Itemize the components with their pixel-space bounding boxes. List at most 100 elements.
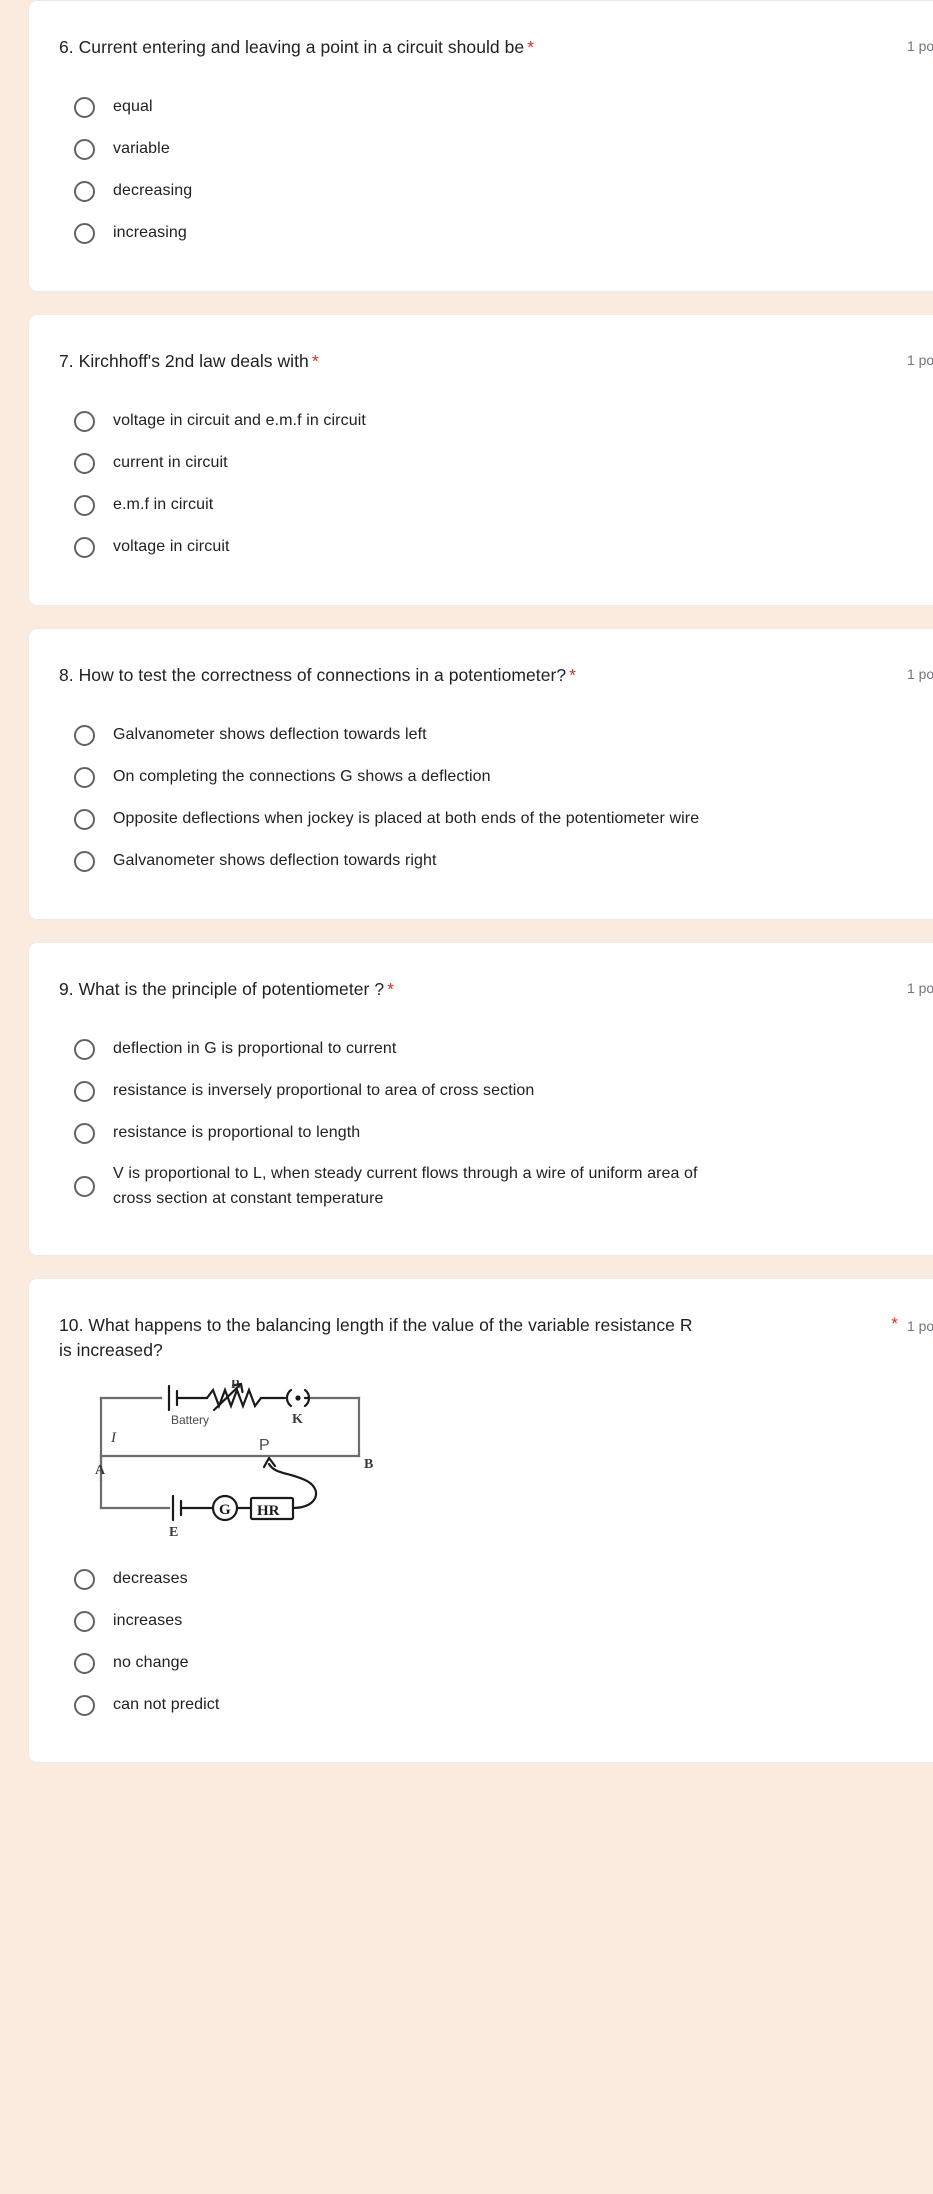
- option-label: V is proportional to L, when steady curr…: [113, 1164, 698, 1207]
- question-text: 10. What happens to the balancing length…: [59, 1314, 693, 1361]
- question-meta: * 1 point: [891, 1313, 933, 1334]
- option-label: current in circuit: [113, 454, 228, 472]
- option-row[interactable]: current in circuit: [59, 443, 933, 485]
- question-text: 9. What is the principle of potentiomete…: [59, 978, 385, 999]
- question-title: 9. What is the principle of potentiomete…: [59, 977, 394, 1003]
- radio-button-icon[interactable]: [74, 1176, 95, 1198]
- radio-button-icon[interactable]: [74, 1123, 95, 1145]
- required-asterisk: *: [527, 37, 535, 57]
- option-row[interactable]: On completing the connections G shows a …: [59, 757, 933, 799]
- question-title: 10. What happens to the balancing length…: [59, 1313, 699, 1365]
- points-label: 1 point: [906, 1317, 933, 1334]
- question-title: 6. Current entering and leaving a point …: [59, 35, 534, 61]
- radio-button-icon[interactable]: [74, 767, 95, 789]
- option-label: can not predict: [113, 1695, 220, 1713]
- option-label: Opposite deflections when jockey is plac…: [113, 810, 700, 828]
- radio-button-icon[interactable]: [74, 495, 95, 517]
- required-asterisk: *: [311, 350, 319, 371]
- question-header: 8. How to test the correctness of connec…: [59, 663, 933, 689]
- option-label: variable: [113, 140, 170, 158]
- option-row[interactable]: decreases: [59, 1558, 933, 1600]
- label-rheostat: R: [231, 1380, 241, 1391]
- option-label: Galvanometer shows deflection towards le…: [113, 726, 427, 744]
- option-label: deflection in G is proportional to curre…: [113, 1040, 397, 1058]
- radio-button-icon[interactable]: [74, 181, 95, 203]
- question-text: 6. Current entering and leaving a point …: [59, 37, 525, 57]
- label-jockey: P: [259, 1437, 270, 1454]
- points-label: 1 point: [906, 665, 933, 682]
- question-title: 8. How to test the correctness of connec…: [59, 663, 576, 689]
- options-list: Galvanometer shows deflection towards le…: [59, 715, 933, 883]
- radio-button-icon[interactable]: [74, 725, 95, 747]
- radio-button-icon[interactable]: [74, 411, 95, 433]
- label-key: K: [292, 1412, 303, 1427]
- option-label: increases: [113, 1611, 183, 1629]
- potentiometer-circuit-diagram: I A B R K E Battery P G HR: [73, 1380, 933, 1540]
- option-label: voltage in circuit: [113, 538, 230, 556]
- option-row[interactable]: Galvanometer shows deflection towards le…: [59, 715, 933, 757]
- options-list: decreases increases no change can not pr…: [59, 1558, 933, 1726]
- option-row[interactable]: deflection in G is proportional to curre…: [59, 1029, 933, 1071]
- label-current: I: [110, 1430, 117, 1446]
- option-label: e.m.f in circuit: [113, 496, 214, 514]
- radio-button-icon[interactable]: [74, 809, 95, 831]
- options-list: equal variable decreasing increasing: [59, 87, 933, 255]
- points-label: 1 point: [906, 979, 933, 996]
- option-row[interactable]: increasing: [59, 213, 933, 255]
- points-label: 1 point: [906, 38, 933, 54]
- option-label: resistance is proportional to length: [113, 1124, 361, 1142]
- option-row[interactable]: Galvanometer shows deflection towards ri…: [59, 841, 933, 883]
- question-header: 7. Kirchhoff's 2nd law deals with* 1 poi…: [59, 349, 933, 375]
- label-cell: E: [169, 1525, 178, 1540]
- question-text: 8. How to test the correctness of connec…: [59, 664, 567, 685]
- option-label: decreases: [113, 1569, 188, 1587]
- question-card-6: 6. Current entering and leaving a point …: [28, 0, 933, 292]
- radio-button-icon[interactable]: [74, 1694, 95, 1716]
- question-header: 10. What happens to the balancing length…: [59, 1313, 933, 1365]
- option-row[interactable]: Opposite deflections when jockey is plac…: [59, 799, 933, 841]
- option-row[interactable]: no change: [59, 1642, 933, 1684]
- radio-button-icon[interactable]: [74, 453, 95, 475]
- label-terminal-b: B: [364, 1457, 373, 1472]
- radio-button-icon[interactable]: [74, 139, 95, 161]
- option-row[interactable]: voltage in circuit and e.m.f in circuit: [59, 401, 933, 443]
- option-row[interactable]: resistance is inversely proportional to …: [59, 1071, 933, 1113]
- option-label: On completing the connections G shows a …: [113, 768, 491, 786]
- radio-button-icon[interactable]: [74, 851, 95, 873]
- question-card-9: 9. What is the principle of potentiomete…: [28, 941, 933, 1256]
- label-terminal-a: A: [95, 1463, 106, 1478]
- question-header: 9. What is the principle of potentiomete…: [59, 977, 933, 1003]
- option-label: resistance is inversely proportional to …: [113, 1082, 535, 1100]
- option-label: increasing: [113, 224, 187, 242]
- question-card-8: 8. How to test the correctness of connec…: [28, 627, 933, 920]
- question-text: 7. Kirchhoff's 2nd law deals with: [59, 350, 309, 371]
- option-row[interactable]: voltage in circuit: [59, 527, 933, 569]
- radio-button-icon[interactable]: [74, 1652, 95, 1674]
- required-asterisk: *: [891, 1313, 898, 1333]
- radio-button-icon[interactable]: [74, 223, 95, 245]
- form-questions-page: 6. Current entering and leaving a point …: [0, 0, 933, 1785]
- radio-button-icon[interactable]: [74, 97, 95, 119]
- option-row[interactable]: decreasing: [59, 171, 933, 213]
- radio-button-icon[interactable]: [74, 1081, 95, 1103]
- question-card-10: 10. What happens to the balancing length…: [28, 1277, 933, 1764]
- option-row[interactable]: resistance is proportional to length: [59, 1113, 933, 1155]
- option-row[interactable]: V is proportional to L, when steady curr…: [59, 1155, 933, 1219]
- label-battery: Battery: [171, 1413, 209, 1427]
- radio-button-icon[interactable]: [74, 537, 95, 559]
- option-row[interactable]: e.m.f in circuit: [59, 485, 933, 527]
- radio-button-icon[interactable]: [74, 1039, 95, 1061]
- option-row[interactable]: can not predict: [59, 1684, 933, 1726]
- option-label: Galvanometer shows deflection towards ri…: [113, 852, 437, 870]
- radio-button-icon[interactable]: [74, 1568, 95, 1590]
- option-label: equal: [113, 98, 153, 116]
- label-high-resistance: HR: [257, 1503, 280, 1519]
- question-header: 6. Current entering and leaving a point …: [59, 35, 933, 61]
- points-label: 1 point: [906, 351, 933, 368]
- required-asterisk: *: [387, 978, 394, 999]
- option-row[interactable]: variable: [59, 129, 933, 171]
- question-card-7: 7. Kirchhoff's 2nd law deals with* 1 poi…: [28, 313, 933, 606]
- option-row[interactable]: increases: [59, 1600, 933, 1642]
- option-row[interactable]: equal: [59, 87, 933, 129]
- radio-button-icon[interactable]: [74, 1610, 95, 1632]
